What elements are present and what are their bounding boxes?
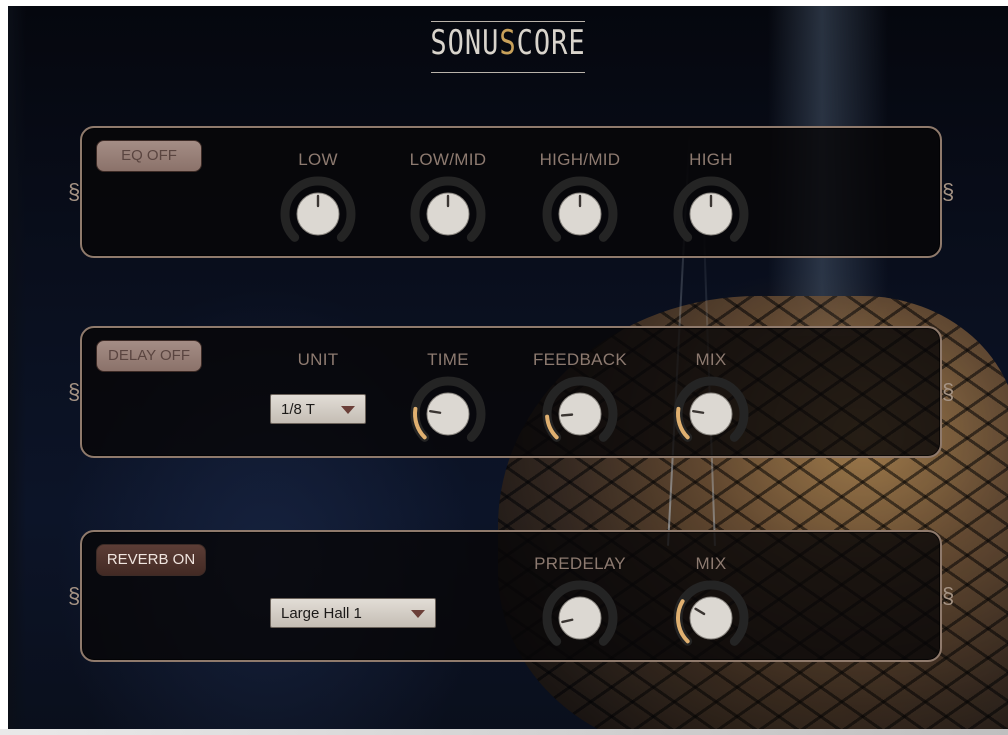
delay-toggle-button[interactable]: DELAY OFF [96,340,202,372]
scroll-ornament-icon: § [942,179,955,204]
knob-graphic [280,176,356,242]
instrument-background: SONUSCORE § § EQ OFF LOW LOW/MID HIGH/MI… [8,6,1008,731]
reverb-predelay-label: PREDELAY [534,554,626,573]
knob-graphic [410,176,486,242]
delay-mix-label: MIX [695,350,727,369]
knob-cap [689,596,733,640]
sonuscore-logo: SONUSCORE [428,24,588,87]
delay-time-knob[interactable] [408,374,488,454]
delay-panel: § § DELAY OFF UNIT 1/8 T TIME FEEDBACK M… [68,326,954,458]
knob-pointer [429,409,442,414]
knob-graphic [673,376,749,442]
delay-time-label: TIME [427,350,469,369]
knob-pointer [692,409,705,414]
knob-graphic [410,376,486,442]
knob-graphic [673,176,749,242]
eq-toggle-button[interactable]: EQ OFF [96,140,202,172]
eq-highmid-label: HIGH/MID [539,150,621,169]
delay-mix-knob[interactable] [671,374,751,454]
eq-high-knob[interactable] [671,174,751,254]
reverb-preset-dropdown[interactable]: Large Hall 1 [270,598,436,628]
eq-highmid-knob[interactable] [540,174,620,254]
scroll-ornament-icon: § [68,379,81,404]
logo-text-s: S [499,24,517,63]
chevron-down-icon [411,610,425,618]
chevron-down-icon [341,406,355,414]
eq-low-label: LOW [298,150,338,169]
knob-pointer [560,413,574,417]
logo-rule-top [431,21,585,22]
reverb-predelay-knob[interactable] [540,578,620,658]
knob-graphic [542,580,618,646]
knob-cap [689,392,733,436]
knob-graphic [673,580,749,646]
scroll-ornament-icon: § [942,379,955,404]
reverb-panel: § § REVERB ON Large Hall 1 PREDELAY MIX [68,530,954,662]
delay-unit-label: UNIT [297,350,339,369]
knob-graphic [542,376,618,442]
scroll-ornament-icon: § [942,583,955,608]
delay-feedback-knob[interactable] [540,374,620,454]
knob-cap [558,596,602,640]
logo-text-prefix: SONU [430,24,500,63]
logo-rule-bottom [431,72,585,73]
delay-unit-dropdown[interactable]: 1/8 T [270,394,366,424]
logo-text-suffix: CORE [516,24,586,63]
knob-cap [426,392,470,436]
reverb-mix-label: MIX [695,554,727,573]
delay-feedback-label: FEEDBACK [532,350,628,369]
left-edge-shade [8,6,26,731]
eq-panel: § § EQ OFF LOW LOW/MID HIGH/MID HIGH [68,126,954,258]
window-bottom-edge [0,729,1008,735]
reverb-mix-knob[interactable] [671,578,751,658]
eq-lowmid-label: LOW/MID [409,150,487,169]
scroll-ornament-icon: § [68,583,81,608]
eq-low-knob[interactable] [278,174,358,254]
reverb-preset-value: Large Hall 1 [281,605,362,622]
knob-graphic [542,176,618,242]
delay-unit-value: 1/8 T [281,401,315,418]
eq-high-label: HIGH [689,150,733,169]
reverb-toggle-button[interactable]: REVERB ON [96,544,206,576]
eq-lowmid-knob[interactable] [408,174,488,254]
scroll-ornament-icon: § [68,179,81,204]
